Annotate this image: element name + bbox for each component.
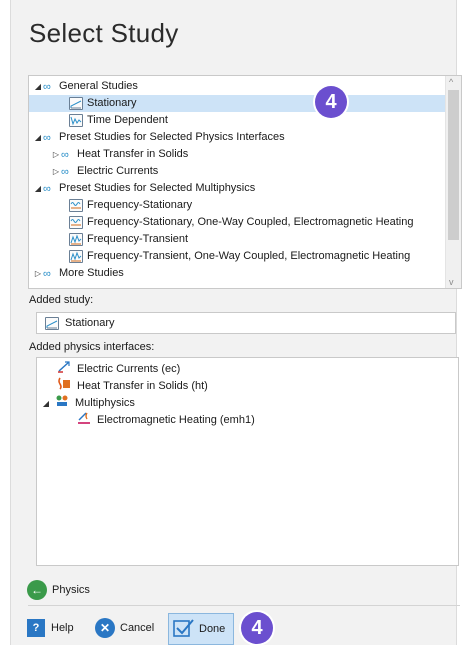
collapse-icon[interactable]: ▷: [51, 146, 61, 163]
study-group-icon: ∞: [43, 182, 51, 195]
tree-item-label: General Studies: [59, 80, 138, 92]
physics-item-electric-currents[interactable]: Electric Currents (ec): [57, 361, 180, 378]
electromagnetic-heating-icon: [77, 411, 91, 430]
tree-item-label: Electric Currents: [77, 165, 159, 177]
arrow-left-icon: ←: [27, 580, 47, 600]
physics-item-label: Heat Transfer in Solids (ht): [77, 380, 208, 392]
study-group-icon: ∞: [43, 267, 51, 280]
tree-item-frequency-stationary[interactable]: Frequency-Stationary: [69, 197, 192, 214]
study-group-icon: ∞: [43, 131, 51, 144]
frequency-transient-icon: [69, 233, 83, 246]
expand-icon[interactable]: ◢: [41, 395, 51, 412]
select-study-panel: Select Study ◢ ∞ General Studies Station…: [10, 0, 462, 645]
tree-item-label: More Studies: [59, 267, 124, 279]
frequency-transient-icon: [69, 250, 83, 263]
tree-item-general-studies[interactable]: ◢ ∞ General Studies: [33, 78, 138, 95]
physics-item-electromagnetic-heating[interactable]: Electromagnetic Heating (emh1): [77, 412, 255, 429]
physics-button-label: Physics: [52, 584, 90, 596]
multiphysics-icon: [55, 394, 69, 413]
frequency-stationary-icon: [69, 216, 83, 229]
tree-item-more-studies[interactable]: ▷ ∞ More Studies: [33, 265, 124, 282]
done-button[interactable]: Done: [168, 613, 235, 645]
cancel-button-label: Cancel: [120, 622, 155, 634]
help-button[interactable]: ? Help: [27, 614, 74, 642]
physics-item-label: Multiphysics: [75, 397, 135, 409]
tree-item-label: Frequency-Transient, One-Way Coupled, El…: [87, 250, 411, 262]
expand-icon[interactable]: ◢: [33, 78, 43, 95]
added-study-value: Stationary: [65, 317, 115, 329]
step-badge: 4: [315, 86, 347, 118]
study-group-icon: ∞: [43, 80, 51, 93]
tree-item-frequency-transient-coupled[interactable]: Frequency-Transient, One-Way Coupled, El…: [69, 248, 410, 265]
scroll-down-icon[interactable]: v: [449, 277, 454, 287]
scroll-up-icon[interactable]: ^: [449, 77, 453, 87]
physics-button[interactable]: ← Physics: [27, 576, 90, 604]
physics-item-label: Electric Currents (ec): [77, 363, 181, 375]
study-group-icon: ∞: [61, 165, 69, 178]
tree-item-preset-multiphysics[interactable]: ◢ ∞ Preset Studies for Selected Multiphy…: [33, 180, 255, 197]
stationary-study-icon: [69, 97, 83, 110]
added-physics-list[interactable]: Electric Currents (ec) Heat Transfer in …: [36, 357, 459, 566]
tree-item-preset-physics[interactable]: ◢ ∞ Preset Studies for Selected Physics …: [33, 129, 285, 146]
physics-item-multiphysics[interactable]: ◢ Multiphysics: [41, 395, 135, 412]
tree-item-stationary[interactable]: Stationary: [29, 95, 446, 112]
added-study-field: Stationary: [36, 312, 456, 334]
tree-scrollbar[interactable]: ^ v: [445, 76, 461, 288]
tree-item-heat-transfer[interactable]: ▷ ∞ Heat Transfer in Solids: [51, 146, 188, 163]
expand-icon[interactable]: ◢: [33, 129, 43, 146]
checkbox-check-icon: [173, 618, 195, 641]
tree-item-label: Preset Studies for Selected Multiphysics: [59, 182, 256, 194]
tree-item-label: Frequency-Transient: [87, 233, 189, 245]
scroll-thumb[interactable]: [448, 90, 459, 240]
collapse-icon[interactable]: ▷: [51, 163, 61, 180]
physics-item-heat-transfer[interactable]: Heat Transfer in Solids (ht): [57, 377, 208, 395]
physics-item-label: Electromagnetic Heating (emh1): [97, 414, 255, 426]
page-title: Select Study: [29, 18, 179, 48]
tree-item-label: Frequency-Stationary: [87, 199, 193, 211]
cancel-button[interactable]: ✕ Cancel: [95, 614, 154, 642]
stationary-study-icon: [45, 316, 59, 330]
study-group-icon: ∞: [61, 148, 69, 161]
help-button-label: Help: [51, 622, 74, 634]
collapse-icon[interactable]: ▷: [33, 265, 43, 282]
added-study-label: Added study:: [29, 294, 94, 306]
tree-item-frequency-stationary-coupled[interactable]: Frequency-Stationary, One-Way Coupled, E…: [69, 214, 414, 231]
done-button-label: Done: [199, 623, 226, 635]
added-physics-label: Added physics interfaces:: [29, 341, 155, 353]
frequency-stationary-icon: [69, 199, 83, 212]
tree-item-frequency-transient[interactable]: Frequency-Transient: [69, 231, 188, 248]
footer-divider: [28, 605, 460, 606]
tree-item-label: Frequency-Stationary, One-Way Coupled, E…: [87, 216, 414, 228]
step-badge: 4: [241, 612, 273, 644]
help-icon: ?: [27, 619, 45, 637]
tree-item-label: Heat Transfer in Solids: [77, 148, 189, 160]
close-icon: ✕: [95, 618, 115, 638]
expand-icon[interactable]: ◢: [33, 180, 43, 197]
study-tree[interactable]: ◢ ∞ General Studies Stationary Time Depe…: [28, 75, 462, 289]
tree-item-label: Preset Studies for Selected Physics Inte…: [59, 131, 285, 143]
tree-item-label: Stationary: [87, 97, 137, 109]
time-dependent-study-icon: [69, 114, 83, 127]
tree-item-time-dependent[interactable]: Time Dependent: [69, 112, 168, 129]
tree-item-electric-currents[interactable]: ▷ ∞ Electric Currents: [51, 163, 158, 180]
tree-item-label: Time Dependent: [87, 114, 168, 126]
